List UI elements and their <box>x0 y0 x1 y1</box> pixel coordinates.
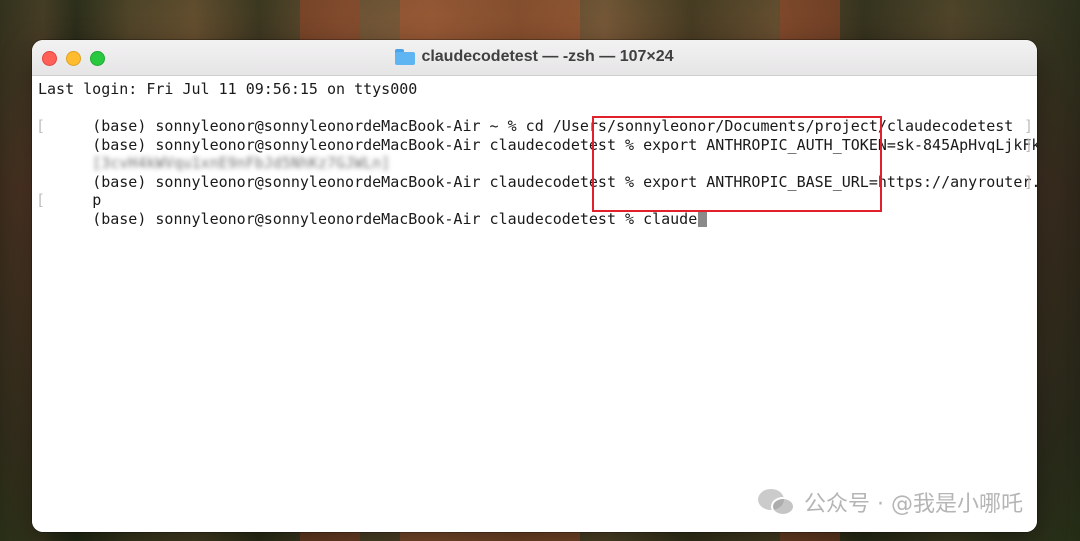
annotation-highlight-box <box>592 116 882 212</box>
terminal-line-wrapper: (base) sonnyleonor@sonnyleonordeMacBook-… <box>38 154 1037 191</box>
terminal-output[interactable]: Last login: Fri Jul 11 09:56:15 on ttys0… <box>32 76 1037 532</box>
window-title: claudecodetest — -zsh — 107×24 <box>32 48 1037 66</box>
watermark: 公众号 · @我是小哪吒 <box>758 486 1023 518</box>
folder-icon <box>395 49 416 65</box>
terminal-line: (base) sonnyleonor@sonnyleonordeMacBook-… <box>92 209 698 228</box>
watermark-text: 公众号 · @我是小哪吒 <box>804 492 1023 517</box>
terminal-line-wrapper: [p <box>36 173 1037 209</box>
wechat-icon <box>758 487 796 517</box>
terminal-window[interactable]: claudecodetest — -zsh — 107×24 Last logi… <box>32 40 1037 532</box>
terminal-line-wrapper: [3cvH4kWVqu1xnE9nFbJd5NhKz7GJWLn] <box>38 136 1037 172</box>
window-title-text: claudecodetest — -zsh — 107×24 <box>421 48 674 65</box>
terminal-line-wrapper: (base) sonnyleonor@sonnyleonordeMacBook-… <box>38 191 1037 228</box>
terminal-line-wrapper: [(base) sonnyleonor@sonnyleonordeMacBook… <box>36 99 1037 135</box>
window-titlebar[interactable]: claudecodetest — -zsh — 107×24 <box>32 40 1037 76</box>
terminal-line-wrapper: (base) sonnyleonor@sonnyleonordeMacBook-… <box>38 117 1037 154</box>
terminal-line: Last login: Fri Jul 11 09:56:15 on ttys0… <box>38 80 418 98</box>
terminal-cursor <box>698 209 708 227</box>
